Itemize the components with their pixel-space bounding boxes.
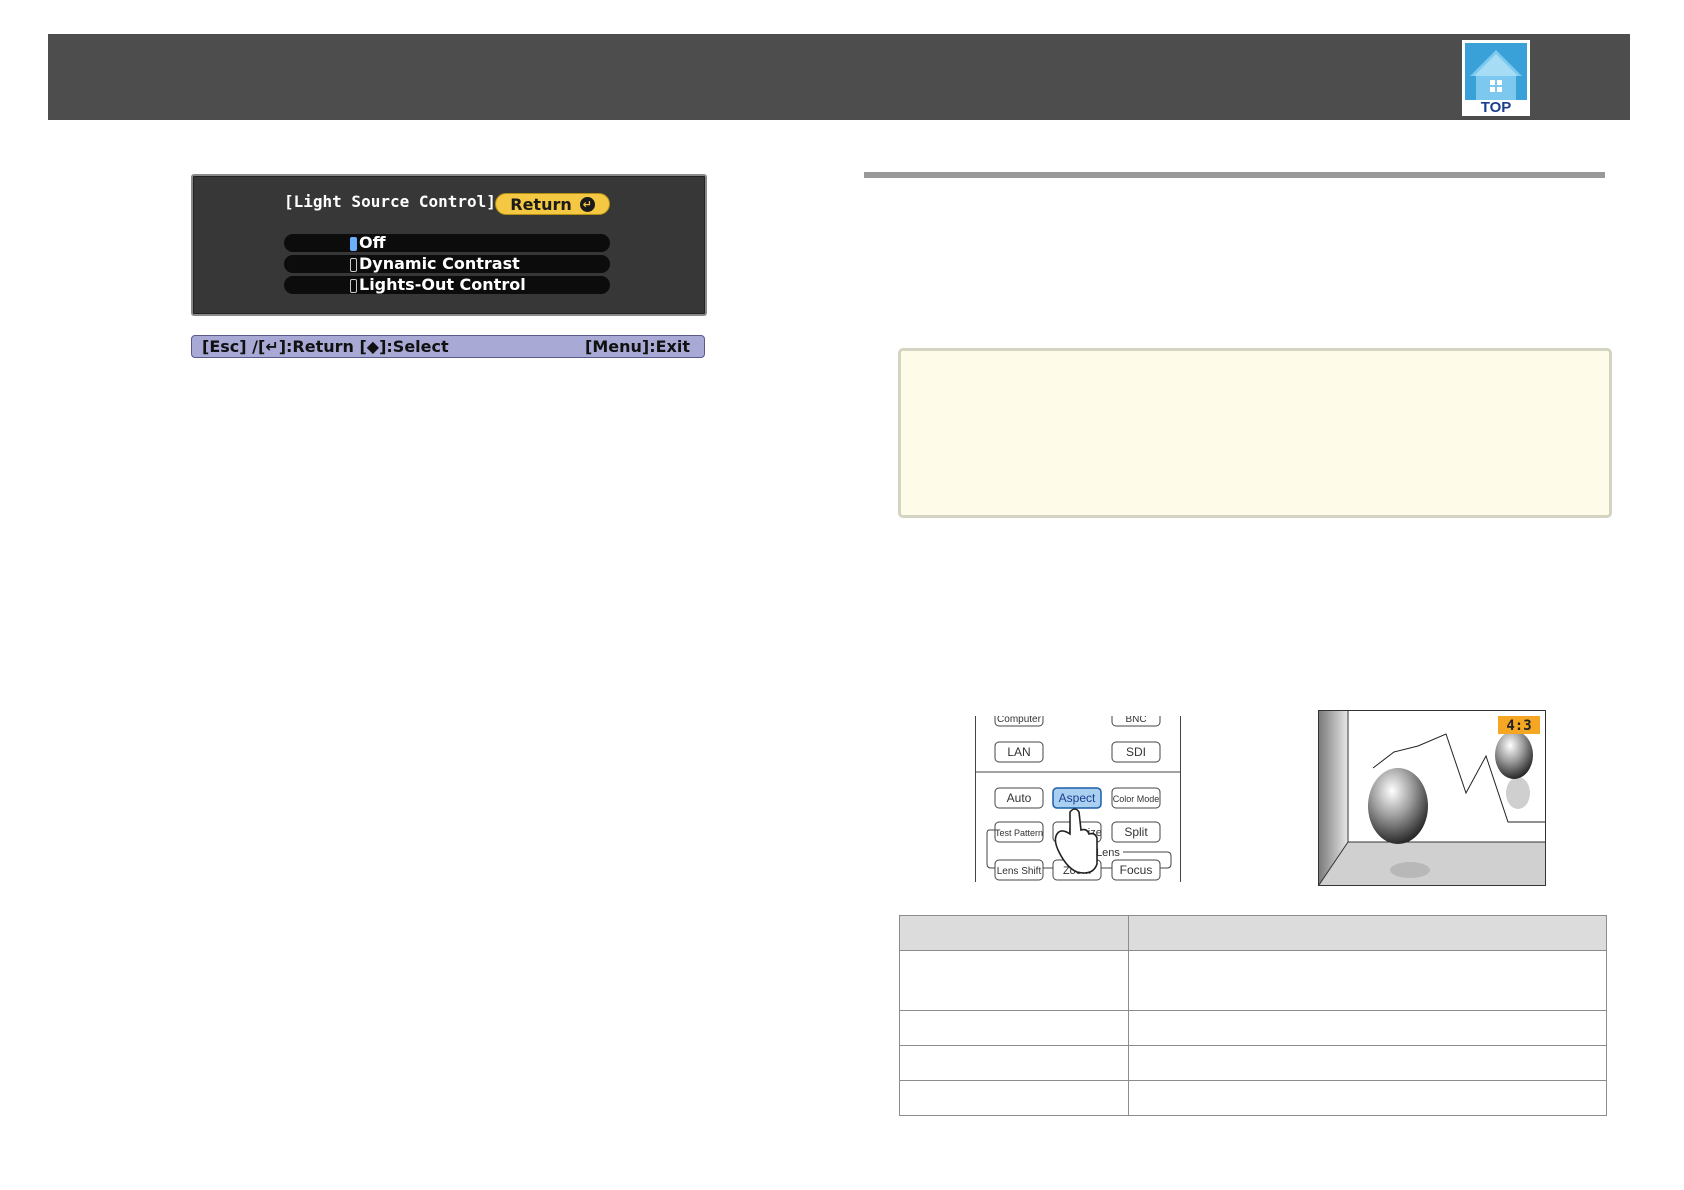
btn-focus: Focus bbox=[1120, 863, 1153, 877]
section-divider bbox=[864, 172, 1605, 178]
table-header-row bbox=[899, 915, 1607, 951]
note-box bbox=[898, 348, 1612, 518]
table-cell bbox=[1128, 1045, 1607, 1081]
top-logo-label: TOP bbox=[1481, 99, 1512, 116]
remote-control-illustration: Computer BNC LAN SDI Auto Aspect Color M… bbox=[975, 716, 1181, 882]
radio-selected-icon bbox=[350, 237, 357, 251]
btn-split: Split bbox=[1124, 825, 1148, 839]
btn-lan: LAN bbox=[1007, 745, 1030, 759]
btn-computer: Computer bbox=[997, 716, 1042, 725]
return-label: Return bbox=[510, 194, 572, 214]
option-dynamic-contrast[interactable]: Dynamic Contrast bbox=[284, 255, 610, 273]
table-header-cell bbox=[1128, 915, 1607, 951]
table-row bbox=[899, 1045, 1607, 1081]
info-table bbox=[899, 915, 1607, 1116]
table-cell bbox=[899, 1010, 1129, 1046]
table-row bbox=[899, 1080, 1607, 1116]
table-row bbox=[899, 950, 1607, 1011]
option-lights-out-control[interactable]: Lights-Out Control bbox=[284, 276, 610, 294]
status-hint-left: [Esc] /[↵]:Return [◆]:Select bbox=[202, 337, 449, 356]
table-cell bbox=[1128, 950, 1607, 1011]
btn-lens-shift: Lens Shift bbox=[997, 866, 1042, 877]
btn-aspect: Aspect bbox=[1059, 791, 1096, 805]
top-logo-button[interactable]: TOP bbox=[1462, 40, 1530, 116]
btn-test-pattern: Test Pattern bbox=[995, 828, 1043, 838]
option-label: Off bbox=[359, 233, 386, 252]
enter-icon: ↵ bbox=[579, 196, 595, 212]
btn-sdi: SDI bbox=[1126, 745, 1146, 759]
table-cell bbox=[899, 950, 1129, 1011]
table-header-cell bbox=[899, 915, 1129, 951]
option-label: Lights-Out Control bbox=[359, 275, 526, 294]
btn-bnc: BNC bbox=[1125, 716, 1146, 725]
radio-unselected-icon bbox=[350, 258, 357, 272]
table-row bbox=[899, 1010, 1607, 1046]
projected-screen-illustration: 4:3 bbox=[1318, 710, 1546, 886]
return-button[interactable]: Return ↵ bbox=[495, 193, 610, 215]
osd-status-bar: [Esc] /[↵]:Return [◆]:Select [Menu]:Exit bbox=[191, 335, 705, 358]
table-cell bbox=[899, 1080, 1129, 1116]
table-cell bbox=[899, 1045, 1129, 1081]
aspect-badge: 4:3 bbox=[1506, 718, 1531, 734]
table-cell bbox=[1128, 1010, 1607, 1046]
lens-group-label: Lens bbox=[1096, 847, 1120, 859]
btn-auto: Auto bbox=[1007, 791, 1032, 805]
status-hint-right: [Menu]:Exit bbox=[585, 337, 690, 356]
radio-unselected-icon bbox=[350, 279, 357, 293]
header-bar bbox=[48, 34, 1630, 120]
btn-color-mode: Color Mode bbox=[1113, 794, 1160, 804]
option-off[interactable]: Off bbox=[284, 234, 610, 252]
option-label: Dynamic Contrast bbox=[359, 254, 520, 273]
osd-title: [Light Source Control] bbox=[284, 192, 496, 211]
table-cell bbox=[1128, 1080, 1607, 1116]
